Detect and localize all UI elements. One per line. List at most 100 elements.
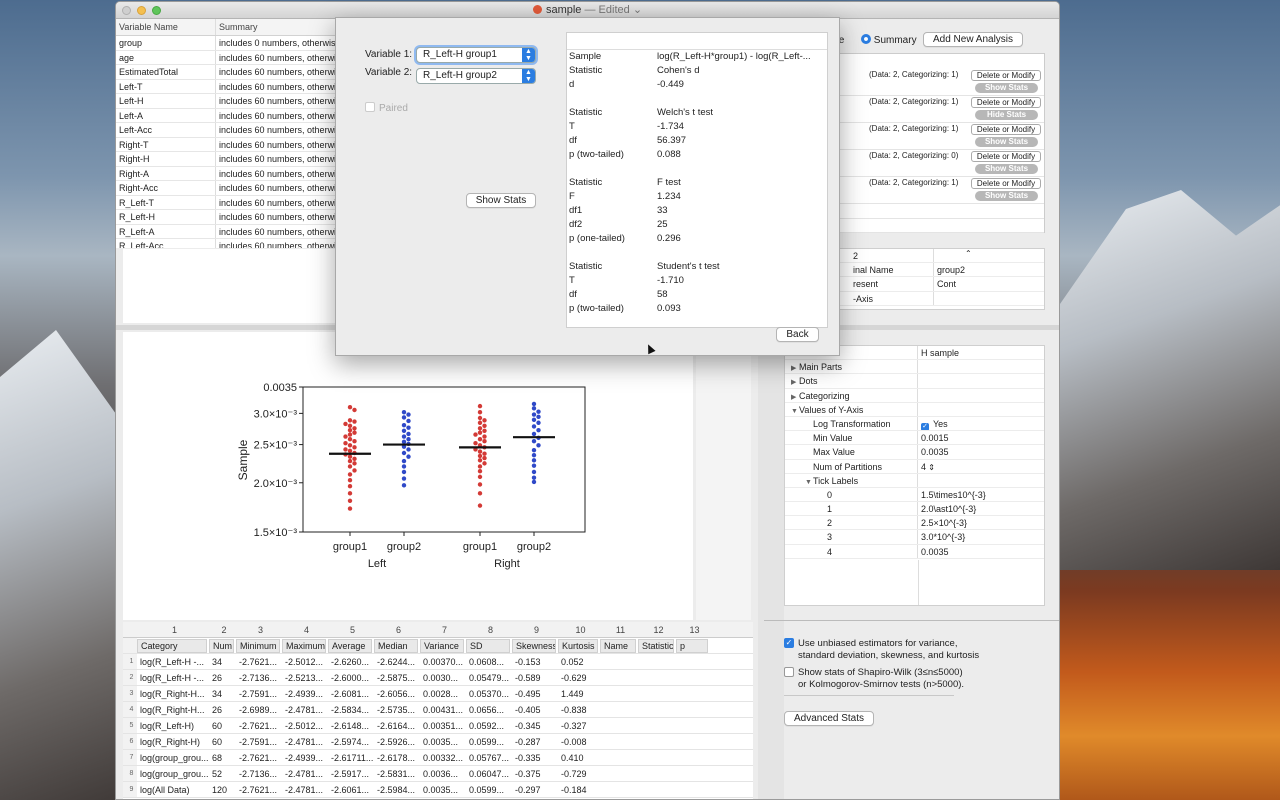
grid-header-cell[interactable]: Skewness [512,639,556,653]
stats-cell[interactable]: -2.5012... [282,718,328,733]
disclosure-triangle-icon[interactable]: ▶ [791,376,799,387]
variable-row[interactable]: R_Left-H includes 60 numbers, otherwise [116,210,335,225]
stats-cell[interactable]: 1.449 [558,686,600,701]
stats-cell[interactable]: -0.335 [512,750,558,765]
stats-cell[interactable]: -2.5213... [282,670,328,685]
stats-cell[interactable]: -2.5984... [374,782,420,797]
unbiased-option[interactable]: ✓ Use unbiased estimators for variance, s… [784,638,1044,662]
stats-cell[interactable]: log(R_Right-H... [137,702,209,717]
grid-header-cell[interactable]: Variance [420,639,464,653]
disclosure-triangle-icon[interactable]: ▼ [805,476,813,487]
disclosure-triangle-icon[interactable]: ▶ [791,362,799,373]
stats-cell[interactable] [638,654,676,669]
stats-cell[interactable]: 0.0035... [420,782,466,797]
stats-cell[interactable]: log(R_Left-H -... [137,670,209,685]
stats-row[interactable]: 5 log(R_Left-H) 60 -2.7621... -2.5012... -2.6… [123,718,753,734]
delete-or-modify-button[interactable]: Delete or Modify [971,97,1041,108]
paired-option[interactable]: Paired [365,102,408,114]
delete-or-modify-button[interactable]: Delete or Modify [971,178,1041,189]
stats-cell[interactable]: 0.0599... [466,782,512,797]
stats-cell[interactable]: -0.287 [512,734,558,749]
stats-cell[interactable]: 0.00332... [420,750,466,765]
column-number[interactable]: 8 [466,622,512,637]
graph-property-row[interactable]: ▶ Categorizing [785,388,1044,403]
stats-cell[interactable]: -0.184 [558,782,600,797]
stats-row[interactable]: 7 log(group_grou... 68 -2.7621... -2.4939...… [123,750,753,766]
stats-cell[interactable] [638,734,676,749]
stats-cell[interactable]: -0.327 [558,718,600,733]
column-number[interactable]: 13 [676,622,710,637]
column-number[interactable]: 11 [600,622,638,637]
show-stats-toggle[interactable]: Show Stats [975,191,1038,201]
stats-cell[interactable]: 0.0656... [466,702,512,717]
property-row[interactable]: resent Cont [825,277,1044,292]
column-variable-name[interactable]: Variable Name [116,19,216,35]
property-row[interactable]: inal Name group2 [825,263,1044,278]
stats-cell[interactable] [600,766,638,781]
stats-cell[interactable]: -2.7591... [236,734,282,749]
column-number[interactable]: 9 [512,622,558,637]
stats-cell[interactable]: -2.5834... [328,702,374,717]
stats-cell[interactable]: 0.0028... [420,686,466,701]
stats-cell[interactable]: -2.6260... [328,654,374,669]
variable-row[interactable]: R_Left-Acc includes 60 numbers, otherwise [116,239,335,248]
stats-cell[interactable]: -2.5974... [328,734,374,749]
column-number[interactable]: 2 [209,622,236,637]
stats-cell[interactable] [638,686,676,701]
stats-row[interactable]: 3 log(R_Right-H... 34 -2.7591... -2.4939... -… [123,686,753,702]
stats-cell[interactable]: -0.345 [512,718,558,733]
stats-cell[interactable]: -0.405 [512,702,558,717]
stats-cell[interactable]: -2.6178... [374,750,420,765]
show-stats-toggle[interactable]: Show Stats [975,164,1038,174]
stats-cell[interactable] [638,718,676,733]
summary-radio[interactable]: Summary [861,34,917,46]
grid-header-cell[interactable]: Average [328,639,372,653]
graph-property-row[interactable]: 4 0.0035 [785,544,1044,559]
stepper-icon[interactable]: ⌃ [965,249,972,258]
column-summary[interactable]: Summary [216,19,335,35]
graph-property-row[interactable]: Num of Partitions 4 ⇕ [785,459,1044,474]
stats-cell[interactable]: -2.4781... [282,766,328,781]
graph-property-row[interactable]: ▼Values of Y-Axis [785,402,1044,417]
variable-row[interactable]: EstimatedTotal includes 60 numbers, other… [116,65,335,80]
stats-cell[interactable]: 0.0599... [466,734,512,749]
add-new-analysis-button[interactable]: Add New Analysis [923,32,1023,47]
stats-cell[interactable]: -2.6244... [374,654,420,669]
stats-cell[interactable] [676,734,710,749]
variable-row[interactable]: Left-H includes 60 numbers, otherwise [116,94,335,109]
column-number[interactable]: 12 [638,622,676,637]
stats-cell[interactable]: 0.06047... [466,766,512,781]
property-row[interactable]: 2 [825,249,1044,264]
graph-property-row[interactable]: Min Value 0.0015 [785,431,1044,446]
graph-property-row[interactable]: 1 2.0\ast10^{-3} [785,502,1044,517]
variable-row[interactable]: Left-A includes 60 numbers, otherwise [116,108,335,123]
graph-property-row[interactable]: 3 3.0*10^{-3} [785,530,1044,545]
grid-header-cell[interactable]: Maximum [282,639,326,653]
grid-header-cell[interactable]: Statistic [638,639,674,653]
stats-cell[interactable] [600,702,638,717]
stats-cell[interactable]: -2.4781... [282,782,328,797]
stats-cell[interactable] [676,702,710,717]
stats-cell[interactable] [638,782,676,797]
stats-cell[interactable]: -2.6164... [374,718,420,733]
graph-property-row[interactable]: Max Value 0.0035 [785,445,1044,460]
stats-cell[interactable] [600,670,638,685]
delete-or-modify-button[interactable]: Delete or Modify [971,70,1041,81]
column-number[interactable]: 4 [282,622,328,637]
stats-cell[interactable] [676,654,710,669]
variable-row[interactable]: R_Left-A includes 60 numbers, otherwise [116,224,335,239]
stats-cell[interactable] [638,702,676,717]
stats-row[interactable]: 1 log(R_Left-H -... 34 -2.7621... -2.5012...… [123,654,753,670]
stats-cell[interactable]: -0.729 [558,766,600,781]
stats-cell[interactable]: 34 [209,654,236,669]
stats-cell[interactable]: 0.05479... [466,670,512,685]
stats-cell[interactable]: -2.6061... [328,782,374,797]
stats-cell[interactable]: 0.0030... [420,670,466,685]
grid-header-cell[interactable]: Median [374,639,418,653]
grid-header-cell[interactable]: Kurtosis [558,639,598,653]
stats-cell[interactable]: log(R_Left-H) [137,718,209,733]
stats-cell[interactable]: log(R_Right-H... [137,686,209,701]
stats-cell[interactable] [600,734,638,749]
stats-cell[interactable]: 0.0036... [420,766,466,781]
stats-row[interactable]: 8 log(group_grou... 52 -2.7136... -2.4781...… [123,766,753,782]
